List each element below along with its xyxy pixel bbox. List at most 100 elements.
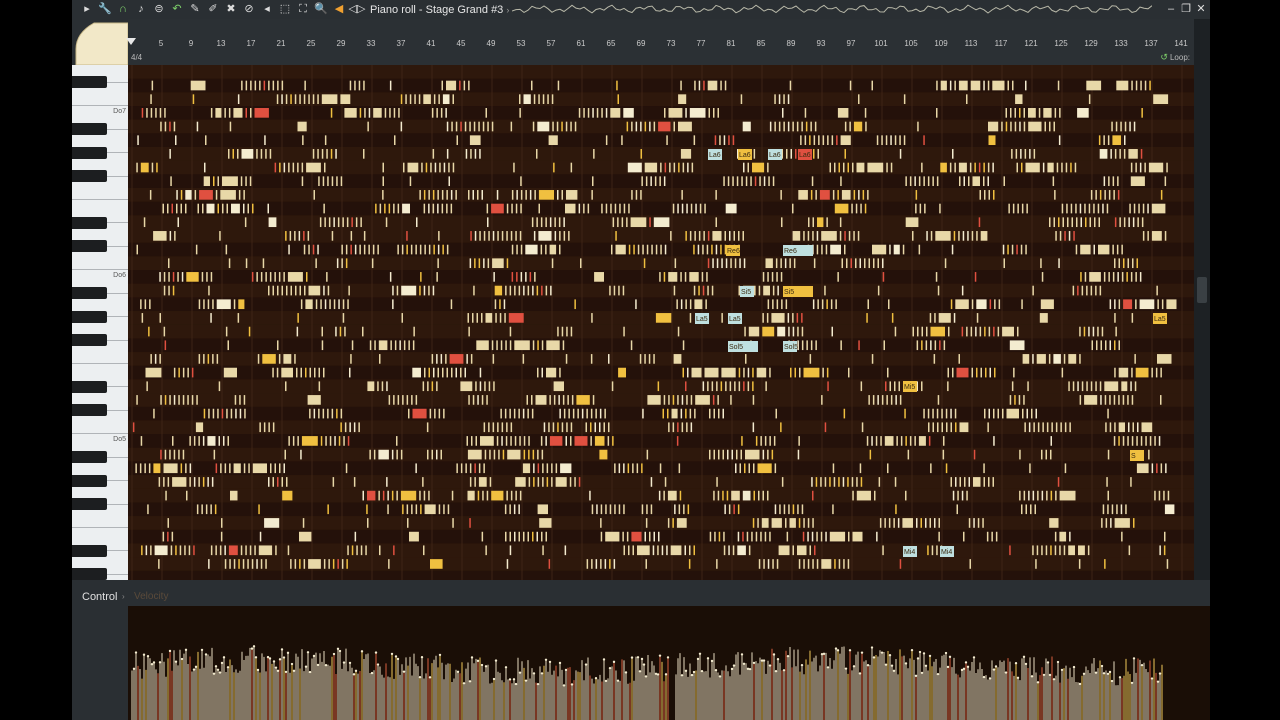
note[interactable]	[506, 422, 508, 433]
velocity-handle[interactable]	[948, 655, 952, 659]
note[interactable]	[893, 244, 900, 255]
note[interactable]	[964, 477, 966, 487]
note[interactable]	[170, 545, 173, 556]
note[interactable]	[1061, 367, 1064, 378]
note[interactable]	[947, 367, 950, 378]
note[interactable]	[1141, 108, 1143, 118]
note[interactable]	[771, 518, 782, 528]
note[interactable]	[268, 477, 270, 487]
note[interactable]	[468, 190, 470, 200]
note[interactable]	[966, 490, 968, 501]
note[interactable]	[432, 149, 435, 159]
note[interactable]	[527, 531, 530, 542]
note[interactable]	[187, 395, 189, 405]
note[interactable]	[618, 285, 620, 296]
note[interactable]	[1003, 176, 1006, 187]
velocity-handle[interactable]	[884, 663, 888, 666]
note[interactable]	[827, 135, 829, 146]
note[interactable]	[771, 313, 785, 323]
note[interactable]	[1163, 490, 1165, 501]
note[interactable]	[973, 449, 976, 460]
note[interactable]	[1018, 395, 1021, 405]
note[interactable]	[548, 422, 550, 433]
note[interactable]	[446, 367, 449, 378]
note[interactable]	[425, 162, 428, 173]
note[interactable]	[401, 285, 417, 296]
velocity-handle[interactable]	[870, 646, 874, 649]
note[interactable]	[510, 436, 512, 446]
note[interactable]	[909, 176, 912, 187]
note[interactable]	[320, 436, 323, 446]
note[interactable]	[685, 231, 687, 241]
note[interactable]	[680, 299, 683, 310]
note[interactable]	[681, 190, 683, 200]
note[interactable]	[858, 190, 860, 200]
note[interactable]	[1063, 545, 1066, 556]
note[interactable]	[792, 203, 794, 214]
note[interactable]	[187, 367, 189, 378]
note[interactable]	[237, 313, 240, 323]
note[interactable]	[1154, 436, 1156, 446]
note[interactable]	[698, 80, 701, 91]
note[interactable]	[639, 354, 642, 364]
note[interactable]	[1020, 149, 1022, 159]
note[interactable]	[1112, 244, 1114, 255]
note[interactable]	[674, 504, 676, 515]
note[interactable]	[173, 367, 176, 378]
velocity-handle[interactable]	[718, 675, 722, 678]
note[interactable]	[279, 162, 281, 173]
note[interactable]	[554, 231, 557, 241]
note[interactable]	[1078, 545, 1085, 556]
note[interactable]	[294, 354, 296, 364]
note[interactable]	[630, 340, 633, 351]
note[interactable]	[847, 477, 849, 487]
note[interactable]	[163, 463, 178, 474]
note[interactable]	[721, 367, 736, 378]
note[interactable]	[1140, 80, 1142, 91]
velocity-handle[interactable]	[944, 651, 948, 655]
velocity-handle[interactable]	[142, 653, 146, 656]
note[interactable]	[1112, 272, 1115, 282]
velocity-handle[interactable]	[218, 671, 222, 674]
note[interactable]	[615, 244, 626, 255]
note[interactable]	[479, 381, 482, 392]
note[interactable]	[491, 490, 504, 501]
note[interactable]	[753, 149, 756, 159]
note[interactable]	[950, 422, 953, 433]
note[interactable]	[388, 395, 391, 405]
note[interactable]	[287, 272, 303, 282]
note[interactable]	[450, 203, 453, 214]
note[interactable]	[1075, 203, 1077, 214]
note[interactable]	[1121, 531, 1123, 542]
note[interactable]	[466, 436, 469, 446]
note[interactable]	[397, 395, 400, 405]
note[interactable]	[488, 231, 490, 241]
note[interactable]	[378, 449, 389, 460]
note[interactable]	[613, 285, 616, 296]
note[interactable]	[1030, 504, 1032, 515]
note[interactable]	[983, 463, 985, 474]
note[interactable]	[297, 313, 299, 323]
note[interactable]	[281, 367, 293, 378]
note[interactable]	[196, 504, 199, 515]
note[interactable]	[1056, 162, 1059, 173]
note[interactable]	[494, 285, 503, 296]
note[interactable]	[1084, 272, 1087, 282]
note[interactable]	[930, 326, 946, 337]
note[interactable]	[538, 94, 540, 105]
note[interactable]	[559, 244, 561, 255]
note[interactable]	[1007, 244, 1009, 255]
note[interactable]	[420, 504, 422, 515]
note-icon[interactable]: ♪	[134, 3, 148, 17]
note[interactable]	[531, 408, 534, 419]
note[interactable]	[812, 231, 814, 241]
undo-icon[interactable]: ↶	[170, 3, 184, 17]
note[interactable]	[738, 231, 740, 241]
note[interactable]	[652, 545, 655, 556]
note[interactable]	[329, 299, 331, 310]
note[interactable]	[644, 121, 647, 132]
note[interactable]	[469, 135, 481, 146]
note[interactable]	[867, 162, 884, 173]
note[interactable]	[714, 135, 717, 146]
note[interactable]	[468, 326, 470, 337]
